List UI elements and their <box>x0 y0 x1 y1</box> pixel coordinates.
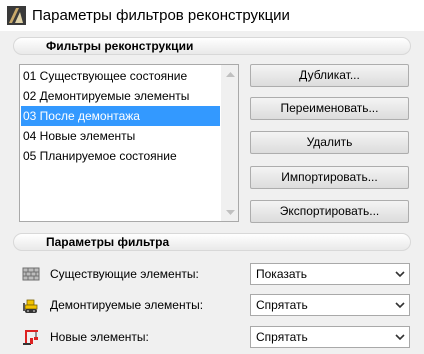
app-logo-icon <box>7 6 26 25</box>
filter-list[interactable]: 01 Существующее состояние 02 Демонтируем… <box>19 64 239 222</box>
existing-elements-select[interactable]: Показать <box>250 263 410 285</box>
chevron-down-icon <box>395 302 405 309</box>
window-title: Параметры фильтров реконструкции <box>32 7 290 24</box>
chevron-down-icon <box>395 334 405 341</box>
demolished-elements-label: Демонтируемые элементы: <box>50 298 204 312</box>
new-elements-value: Спрятать <box>256 330 308 344</box>
params-section-header: Параметры фильтра <box>13 233 411 251</box>
filter-item-04[interactable]: 04 Новые элементы <box>21 126 220 146</box>
demolished-elements-value: Спрятать <box>256 298 308 312</box>
title-bar: Параметры фильтров реконструкции <box>0 0 424 31</box>
chevron-down-icon <box>395 271 405 278</box>
brick-wall-icon <box>22 267 40 281</box>
crane-icon <box>23 330 38 345</box>
existing-elements-value: Показать <box>256 267 308 281</box>
duplicate-button[interactable]: Дубликат... <box>250 64 409 87</box>
chevron-up-icon <box>226 71 235 77</box>
bulldozer-icon <box>23 299 38 313</box>
new-elements-label: Новые элементы: <box>50 330 149 344</box>
new-elements-select[interactable]: Спрятать <box>250 326 410 348</box>
existing-elements-label: Существующие элементы: <box>50 267 199 281</box>
list-scrollbar[interactable] <box>221 65 238 221</box>
delete-button[interactable]: Удалить <box>250 131 409 154</box>
filters-section-header: Фильтры реконструкции <box>13 37 411 55</box>
chevron-down-icon <box>226 209 235 215</box>
import-button[interactable]: Импортировать... <box>250 166 409 189</box>
filter-item-05[interactable]: 05 Планируемое состояние <box>21 146 220 166</box>
scroll-up-button[interactable] <box>222 65 239 82</box>
filter-item-01[interactable]: 01 Существующее состояние <box>21 66 220 86</box>
export-button[interactable]: Экспортировать... <box>250 200 409 223</box>
demolished-elements-select[interactable]: Спрятать <box>250 294 410 316</box>
scroll-down-button[interactable] <box>222 204 239 221</box>
rename-button[interactable]: Переименовать... <box>250 97 409 120</box>
filter-item-03[interactable]: 03 После демонтажа <box>21 106 220 126</box>
filter-item-02[interactable]: 02 Демонтируемые элементы <box>21 86 220 106</box>
